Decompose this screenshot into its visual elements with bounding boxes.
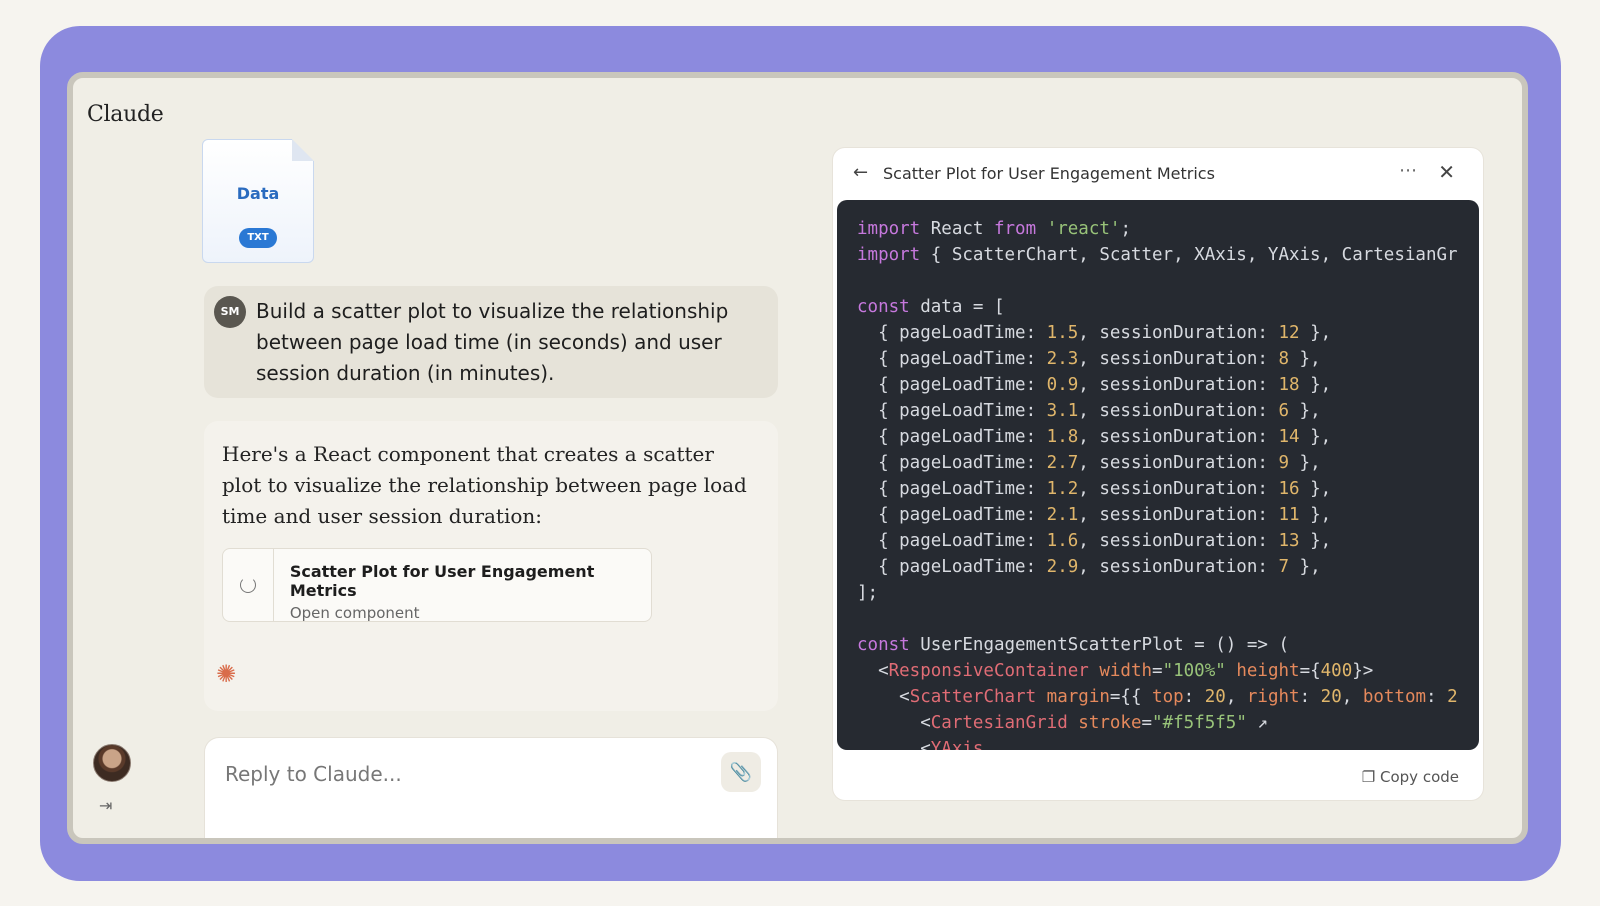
code-line: <ScatterChart margin={{ top: 20, right: …	[857, 687, 1458, 707]
copy-icon: ❐	[1361, 768, 1376, 786]
collapse-sidebar-icon[interactable]: ⇥	[99, 796, 112, 815]
code-line: ];	[857, 583, 879, 603]
artifact-panel-title: Scatter Plot for User Engagement Metrics	[883, 164, 1215, 183]
claude-spark-icon: ✺	[216, 660, 237, 688]
ellipsis-icon[interactable]: ⋯	[1399, 160, 1417, 181]
assistant-message-text: Here's a React component that creates a …	[222, 442, 747, 528]
copy-code-label: Copy code	[1380, 768, 1459, 786]
code-line: import { ScatterChart, Scatter, XAxis, Y…	[857, 245, 1458, 265]
code-line: { pageLoadTime: 2.7, sessionDuration: 9 …	[857, 453, 1321, 473]
app-brand: Claude	[87, 102, 164, 127]
code-line: const UserEngagementScatterPlot = () => …	[857, 635, 1289, 655]
attachment-card[interactable]: Data TXT	[202, 139, 314, 263]
code-line: <CartesianGrid stroke="#f5f5f5" ↗	[857, 713, 1268, 733]
assistant-message: Here's a React component that creates a …	[204, 421, 778, 711]
code-line: { pageLoadTime: 1.2, sessionDuration: 16…	[857, 479, 1332, 499]
code-line: { pageLoadTime: 3.1, sessionDuration: 6 …	[857, 401, 1321, 421]
user-initials-avatar: SM	[214, 296, 246, 328]
user-avatar[interactable]	[93, 744, 131, 782]
artifact-subtitle: Open component	[289, 604, 420, 622]
artifact-title: Scatter Plot for User Engagement Metrics	[289, 562, 595, 600]
back-arrow-icon[interactable]: ←	[853, 162, 868, 183]
page-fold-icon	[292, 139, 314, 161]
code-line: <YAxis	[857, 739, 984, 750]
reply-composer[interactable]: Reply to Claude... 📎	[205, 738, 777, 838]
code-line: <ResponsiveContainer width="100%" height…	[857, 661, 1374, 681]
close-icon[interactable]: ✕	[1438, 160, 1455, 184]
artifact-icon-box	[223, 549, 274, 621]
artifact-panel-header: ← Scatter Plot for User Engagement Metri…	[833, 148, 1483, 198]
code-line: import React from 'react';	[857, 219, 1131, 239]
attach-file-button[interactable]: 📎	[721, 752, 761, 792]
code-line: { pageLoadTime: 2.1, sessionDuration: 11…	[857, 505, 1332, 525]
code-line: { pageLoadTime: 1.5, sessionDuration: 12…	[857, 323, 1332, 343]
code-line: const data = [	[857, 297, 1005, 317]
artifact-card[interactable]: Scatter Plot for User Engagement Metrics…	[222, 548, 652, 622]
code-line: { pageLoadTime: 1.6, sessionDuration: 13…	[857, 531, 1332, 551]
copy-code-button[interactable]: ❐ Copy code	[1362, 768, 1459, 786]
reply-input[interactable]: Reply to Claude...	[225, 762, 402, 786]
artifact-panel: ← Scatter Plot for User Engagement Metri…	[833, 148, 1483, 800]
code-line: { pageLoadTime: 1.8, sessionDuration: 14…	[857, 427, 1332, 447]
code-viewer: import React from 'react'; import { Scatt…	[837, 200, 1479, 750]
artifact-meta: Scatter Plot for User Engagement Metrics…	[274, 549, 651, 622]
code-line: { pageLoadTime: 2.3, sessionDuration: 8 …	[857, 349, 1321, 369]
code-block: import React from 'react'; import { Scatt…	[837, 200, 1479, 750]
user-message-text: Build a scatter plot to visualize the re…	[256, 299, 729, 385]
code-line: { pageLoadTime: 0.9, sessionDuration: 18…	[857, 375, 1332, 395]
user-message: SM Build a scatter plot to visualize the…	[204, 286, 778, 398]
app-window: Claude Data TXT SM Build a scatter plot …	[67, 72, 1528, 844]
paperclip-icon: 📎	[729, 761, 753, 783]
attachment-type-badge: TXT	[239, 228, 277, 248]
loading-icon	[239, 577, 256, 593]
attachment-name: Data	[236, 184, 280, 203]
code-line: { pageLoadTime: 2.9, sessionDuration: 7 …	[857, 557, 1321, 577]
